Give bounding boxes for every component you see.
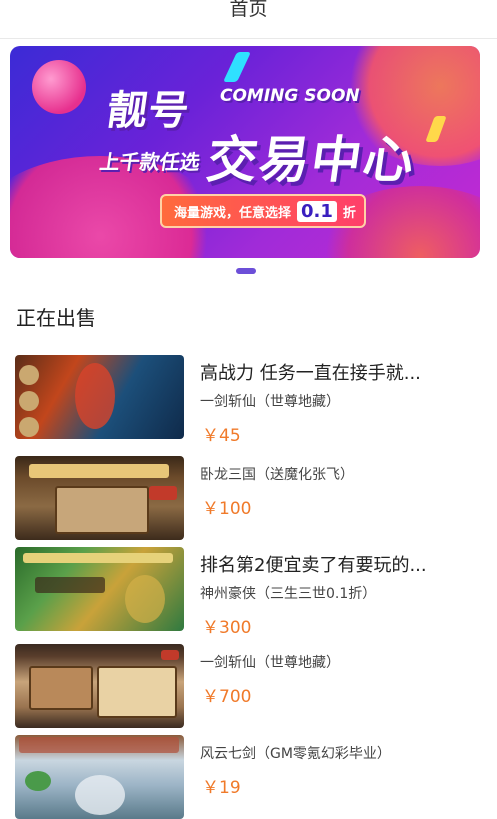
banner-headline: 靓号 [104,88,193,134]
listing-price: ￥300 [202,618,252,638]
listing-item[interactable]: 风云七剑（GM零氪幻彩毕业） ￥19 [0,735,497,819]
banner-orb-decoration [32,60,86,114]
top-bar: 首页 [0,0,497,39]
page-title: 首页 [229,0,268,20]
listing-game-name: 神州豪侠（三生三世0.1折） [200,586,377,602]
listing-price: ￥19 [202,778,241,798]
banner-coming-soon: COMING SOON [220,86,360,106]
listing-item[interactable]: 一剑斩仙（世尊地藏） ￥700 [0,644,497,728]
listing-game-name: 一剑斩仙（世尊地藏） [200,655,340,671]
listing-item[interactable]: 卧龙三国（送魔化张飞） ￥100 [0,456,497,540]
game-thumbnail [15,735,184,819]
banner-subline: 上千款任选 [98,150,202,174]
game-thumbnail [15,644,184,728]
section-title: 正在出售 [16,306,96,330]
listing-title: 高战力 任务一直在接手就... [200,363,421,384]
listing-item[interactable]: 高战力 任务一直在接手就... 一剑斩仙（世尊地藏） ￥45 [0,355,497,446]
banner-pill-number: 0.1 [297,200,337,222]
banner-main-title: 交易中心 [203,131,420,189]
listing-item[interactable]: 排名第2便宜卖了有要玩的... 神州豪侠（三生三世0.1折） ￥300 [0,547,497,638]
promo-banner[interactable]: 靓号 COMING SOON 上千款任选 交易中心 海量游戏，任意选择 0.1 … [10,46,480,258]
game-thumbnail [15,547,184,631]
carousel-indicator[interactable] [236,268,256,274]
banner-discount-pill: 海量游戏，任意选择 0.1 折 [160,194,366,228]
banner-pill-text: 海量游戏，任意选择 [174,205,292,221]
listing-price: ￥700 [202,687,252,707]
listing-game-name: 一剑斩仙（世尊地藏） [200,394,340,410]
banner-pill-suffix: 折 [342,205,356,221]
game-thumbnail [15,355,184,439]
game-thumbnail [15,456,184,540]
listing-game-name: 风云七剑（GM零氪幻彩毕业） [200,746,391,762]
listing-price: ￥100 [202,499,252,519]
listing-price: ￥45 [202,426,241,446]
banner-shape-decoration [223,52,251,82]
listing-game-name: 卧龙三国（送魔化张飞） [200,467,354,483]
listing-title: 排名第2便宜卖了有要玩的... [200,555,427,576]
